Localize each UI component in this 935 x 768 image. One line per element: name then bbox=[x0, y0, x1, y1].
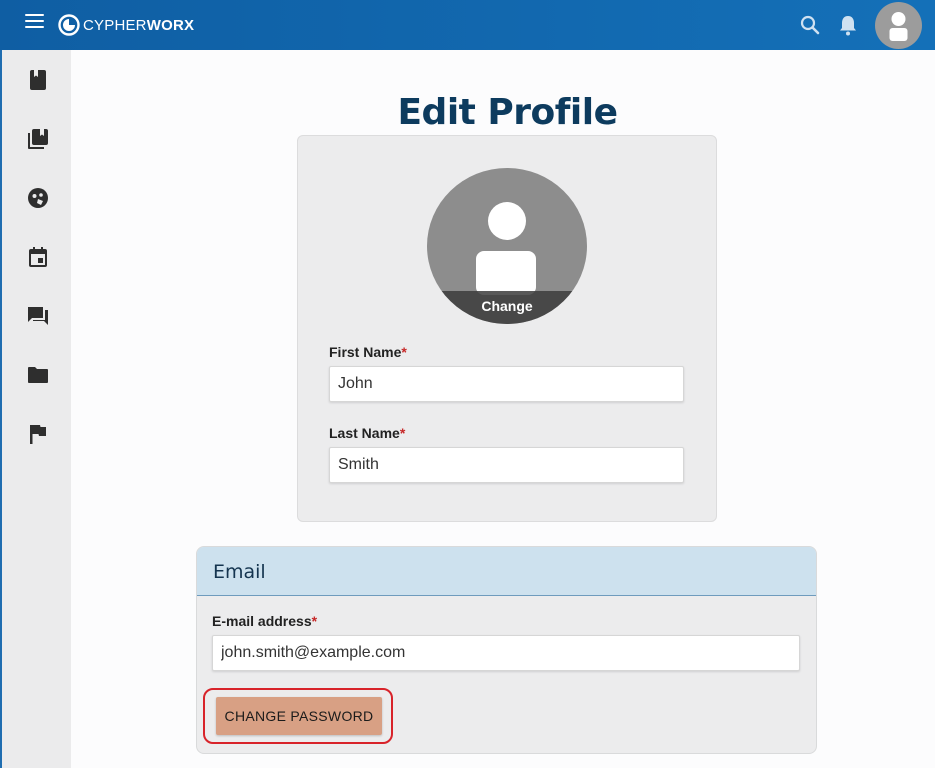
menu-icon[interactable] bbox=[22, 12, 48, 34]
bell-icon[interactable] bbox=[837, 13, 859, 37]
change-photo-button[interactable]: Change bbox=[427, 291, 587, 324]
first-name-label: First Name* bbox=[329, 344, 407, 360]
flag-icon[interactable] bbox=[24, 420, 52, 448]
change-password-button[interactable]: CHANGE PASSWORD bbox=[216, 697, 382, 735]
page-title: Edit Profile bbox=[397, 92, 618, 133]
book-icon[interactable] bbox=[24, 66, 52, 94]
profile-photo[interactable]: Change bbox=[427, 168, 587, 324]
sidebar bbox=[0, 50, 71, 768]
calendar-icon[interactable] bbox=[24, 243, 52, 271]
user-avatar-icon[interactable] bbox=[875, 2, 922, 49]
cypherworx-logo-mark bbox=[58, 14, 80, 36]
forum-icon[interactable] bbox=[24, 302, 52, 330]
cypherworx-logo[interactable]: CYPHERWORX bbox=[58, 13, 194, 37]
email-label: E-mail address* bbox=[212, 613, 318, 629]
profile-card: Change First Name* Last Name* bbox=[297, 135, 717, 522]
last-name-label: Last Name* bbox=[329, 425, 406, 441]
last-name-field[interactable] bbox=[329, 447, 684, 483]
library-books-icon[interactable] bbox=[24, 125, 52, 153]
email-section-title: Email bbox=[213, 561, 266, 583]
folder-icon[interactable] bbox=[24, 361, 52, 389]
email-field[interactable] bbox=[212, 635, 800, 671]
search-icon[interactable] bbox=[799, 14, 821, 36]
email-section-header: Email bbox=[197, 547, 816, 596]
avatar-placeholder-icon bbox=[488, 202, 526, 240]
brand-name: CYPHERWORX bbox=[83, 16, 195, 34]
explore-icon[interactable] bbox=[24, 184, 52, 212]
top-bar: CYPHERWORX bbox=[0, 0, 935, 50]
first-name-field[interactable] bbox=[329, 366, 684, 402]
email-section: Email E-mail address* CHANGE PASSWORD bbox=[196, 546, 817, 754]
